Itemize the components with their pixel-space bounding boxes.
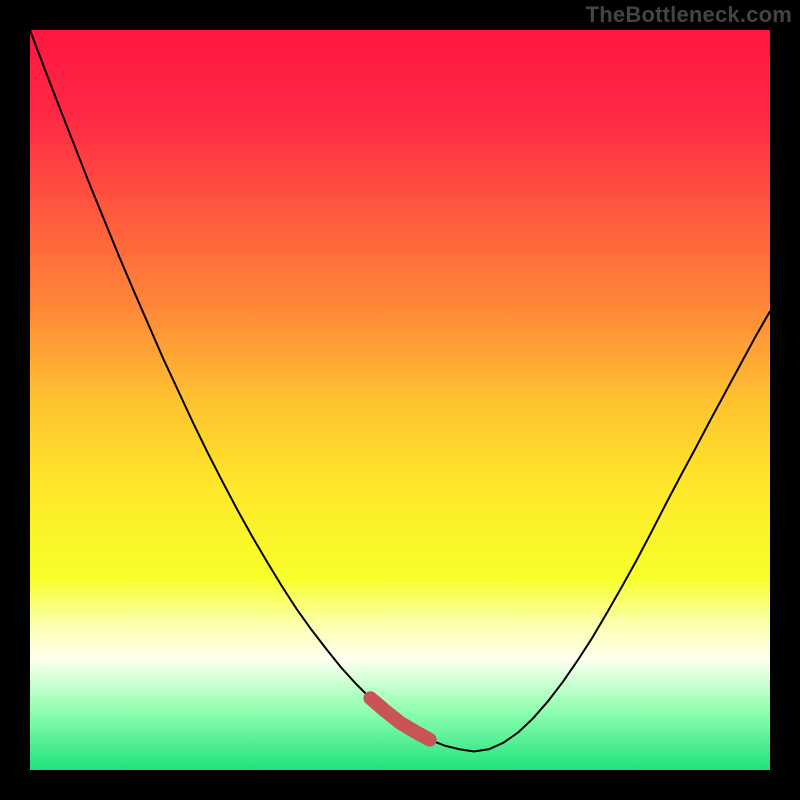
chart-frame: TheBottleneck.com [0, 0, 800, 800]
watermark-text: TheBottleneck.com [586, 2, 792, 28]
background-gradient [30, 30, 770, 770]
plot-svg [30, 30, 770, 770]
plot-area [30, 30, 770, 770]
